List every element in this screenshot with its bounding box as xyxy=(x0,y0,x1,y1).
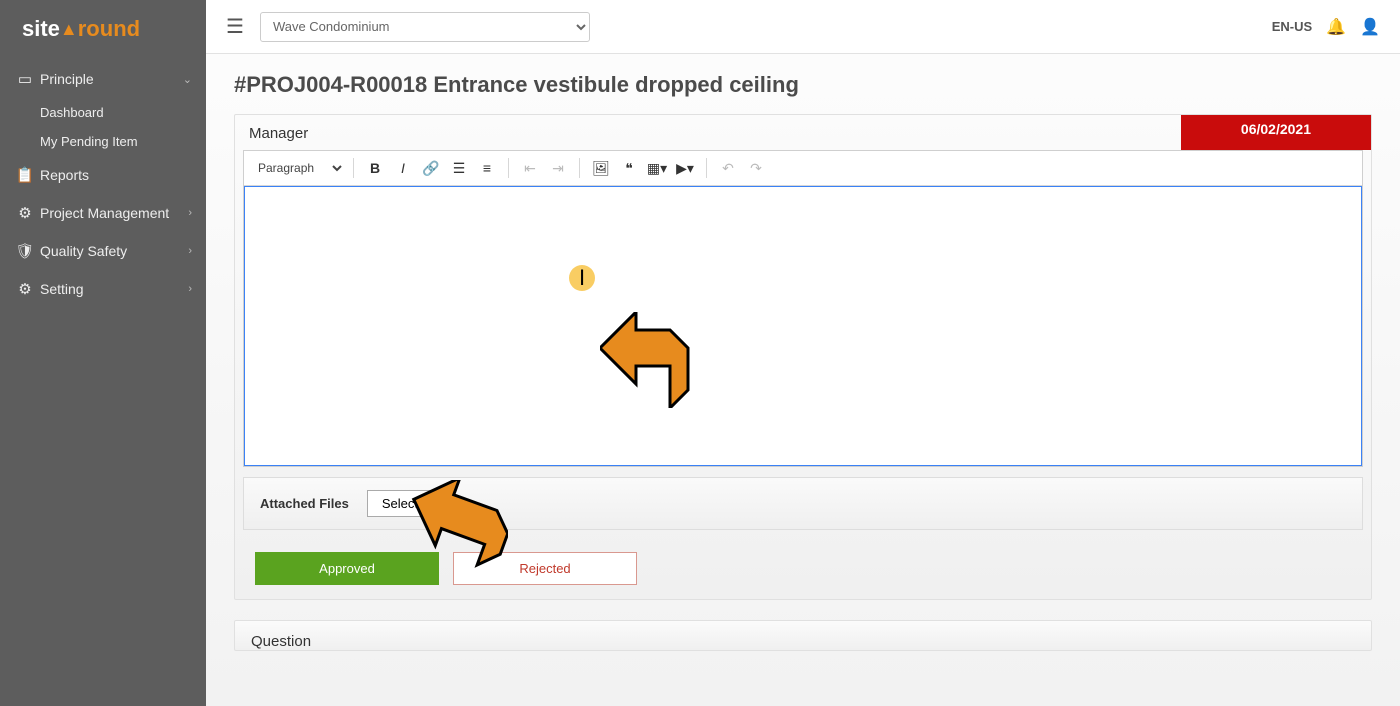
gears-icon: ⚙ xyxy=(14,204,36,222)
image-button[interactable]: 🖼 xyxy=(588,155,614,181)
topbar: ☰ Wave Condominium EN-US 🔔 👤 xyxy=(206,0,1400,54)
manager-panel: Manager 06/02/2021 Paragraph B I 🔗 ☰ ≡ xyxy=(234,114,1372,600)
bell-icon[interactable]: 🔔 xyxy=(1326,17,1346,37)
sidebar-item-setting[interactable]: ⚙ Setting › xyxy=(0,270,206,308)
sidebar-item-quality-safety[interactable]: 🛡 Quality Safety › xyxy=(0,232,206,270)
italic-button[interactable]: I xyxy=(390,155,416,181)
indent-button[interactable]: ⇥ xyxy=(545,155,571,181)
outdent-button[interactable]: ⇤ xyxy=(517,155,543,181)
sidebar-item-label: Principle xyxy=(36,71,183,87)
quote-button[interactable]: ❝ xyxy=(616,155,642,181)
chevron-down-icon: ⌄ xyxy=(183,73,192,86)
rich-text-editor: Paragraph B I 🔗 ☰ ≡ ⇤ ⇥ 🖼 ❝ xyxy=(243,150,1363,467)
sidebar-item-reports[interactable]: 📋 Reports xyxy=(0,156,206,194)
link-button[interactable]: 🔗 xyxy=(418,155,444,181)
sidebar-item-project-management[interactable]: ⚙ Project Management › xyxy=(0,194,206,232)
brand-triangle-icon: ▲ xyxy=(60,19,78,40)
brand-logo: site▲round xyxy=(0,0,206,60)
page-title: #PROJ004-R00018 Entrance vestibule dropp… xyxy=(234,72,1372,98)
user-icon[interactable]: 👤 xyxy=(1360,17,1380,37)
table-button[interactable]: ▦▾ xyxy=(644,155,670,181)
sidebar-item-principle[interactable]: ▭ Principle ⌄ xyxy=(0,60,206,98)
paragraph-select[interactable]: Paragraph xyxy=(250,158,345,178)
clipboard-icon: 📋 xyxy=(14,166,36,184)
attached-files-row: Attached Files Select xyxy=(243,477,1363,530)
reject-button[interactable]: Rejected xyxy=(453,552,637,585)
id-card-icon: ▭ xyxy=(14,70,36,88)
text-cursor-icon: I xyxy=(579,265,585,291)
shield-icon: 🛡 xyxy=(14,242,36,260)
sidebar-subitem-pending[interactable]: My Pending Item xyxy=(0,127,206,156)
undo-button[interactable]: ↶ xyxy=(715,155,741,181)
attached-files-label: Attached Files xyxy=(260,496,349,511)
manager-label: Manager xyxy=(249,125,308,142)
approve-button[interactable]: Approved xyxy=(255,552,439,585)
sidebar-item-label: Project Management xyxy=(36,205,188,221)
bold-button[interactable]: B xyxy=(362,155,388,181)
sidebar-item-label: Quality Safety xyxy=(36,243,188,259)
sidebar: site▲round ▭ Principle ⌄ Dashboard My Pe… xyxy=(0,0,206,706)
editor-textarea[interactable]: I xyxy=(244,186,1362,466)
chevron-right-icon: › xyxy=(188,245,192,257)
sidebar-item-label: Setting xyxy=(36,281,188,297)
bullet-list-button[interactable]: ☰ xyxy=(446,155,472,181)
number-list-button[interactable]: ≡ xyxy=(474,155,500,181)
sidebar-item-label: Reports xyxy=(36,167,192,183)
language-label[interactable]: EN-US xyxy=(1272,19,1312,34)
date-chip: 06/02/2021 xyxy=(1181,115,1371,150)
question-panel: Question xyxy=(234,620,1372,651)
redo-button[interactable]: ↷ xyxy=(743,155,769,181)
select-file-button[interactable]: Select xyxy=(367,490,433,517)
editor-toolbar: Paragraph B I 🔗 ☰ ≡ ⇤ ⇥ 🖼 ❝ xyxy=(244,151,1362,186)
project-select[interactable]: Wave Condominium xyxy=(260,12,590,42)
chevron-right-icon: › xyxy=(188,207,192,219)
gear-icon: ⚙ xyxy=(14,280,36,298)
chevron-right-icon: › xyxy=(188,283,192,295)
menu-toggle-icon[interactable]: ☰ xyxy=(226,14,244,39)
media-button[interactable]: ▶▾ xyxy=(672,155,698,181)
sidebar-subitem-dashboard[interactable]: Dashboard xyxy=(0,98,206,127)
question-label: Question xyxy=(235,621,1371,650)
